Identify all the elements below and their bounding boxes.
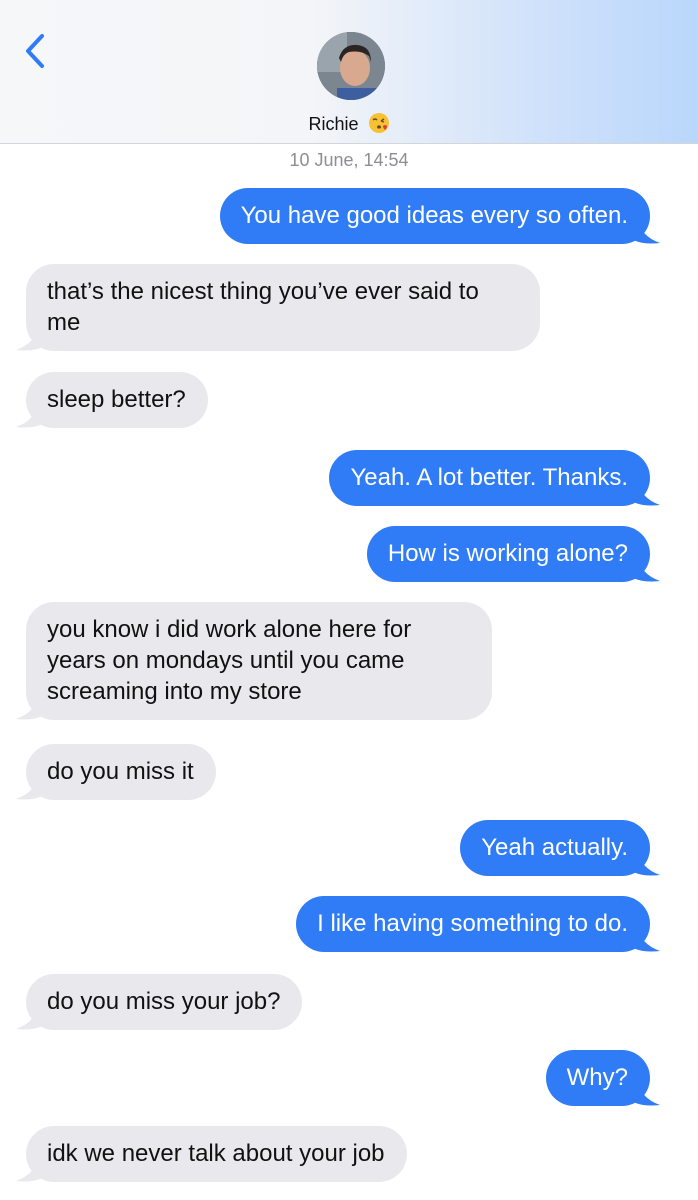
received-message[interactable]: do you miss it xyxy=(16,744,216,800)
message-text: Yeah actually. xyxy=(481,834,628,861)
sent-message[interactable]: Yeah actually. xyxy=(460,820,660,876)
received-message[interactable]: sleep better? xyxy=(16,372,208,428)
bubble-tail xyxy=(630,850,660,876)
bubble-tail xyxy=(16,402,46,428)
sent-message[interactable]: You have good ideas every so often. xyxy=(219,188,660,244)
avatar[interactable] xyxy=(317,32,385,100)
message-text: that’s the nicest thing you’ve ever said… xyxy=(47,278,479,336)
bubble-tail xyxy=(16,325,46,351)
sent-message[interactable]: How is working alone? xyxy=(366,526,660,582)
received-message[interactable]: that’s the nicest thing you’ve ever said… xyxy=(16,264,540,351)
message-text: do you miss your job? xyxy=(47,988,281,1015)
message-text: I like having something to do. xyxy=(317,910,628,937)
message-text: How is working alone? xyxy=(387,540,628,567)
received-message[interactable]: you know i did work alone here for years… xyxy=(16,602,492,720)
contact-name: Richie xyxy=(308,114,359,134)
message-text: sleep better? xyxy=(47,386,186,413)
chevron-left-icon[interactable] xyxy=(18,30,54,72)
sent-message[interactable]: I like having something to do. xyxy=(296,896,660,952)
contact-name-row[interactable]: Richie xyxy=(0,112,698,135)
bubble-tail xyxy=(630,1080,660,1106)
message-text: you know i did work alone here for years… xyxy=(47,616,412,705)
message-text: idk we never talk about your job xyxy=(47,1140,385,1167)
kissing-face-emoji-icon xyxy=(368,113,389,133)
received-message[interactable]: do you miss your job? xyxy=(16,974,303,1030)
bubble-tail xyxy=(630,218,660,244)
bubble-tail xyxy=(16,774,46,800)
sent-message[interactable]: Yeah. A lot better. Thanks. xyxy=(329,450,660,506)
message-text: Yeah. A lot better. Thanks. xyxy=(350,464,628,491)
bubble-tail xyxy=(630,556,660,582)
bubble-tail xyxy=(16,1156,46,1182)
message-text: Why? xyxy=(566,1064,628,1091)
conversation-header: Richie xyxy=(0,0,698,144)
bubble-tail xyxy=(630,926,660,952)
message-text: You have good ideas every so often. xyxy=(240,202,628,229)
received-message[interactable]: idk we never talk about your job xyxy=(16,1126,407,1182)
timestamp: 10 June, 14:54 xyxy=(289,150,409,170)
bubble-tail xyxy=(630,480,660,506)
bubble-tail xyxy=(16,694,46,720)
bubble-tail xyxy=(16,1004,46,1030)
sent-message[interactable]: Why? xyxy=(545,1050,660,1106)
message-text: do you miss it xyxy=(47,758,194,785)
